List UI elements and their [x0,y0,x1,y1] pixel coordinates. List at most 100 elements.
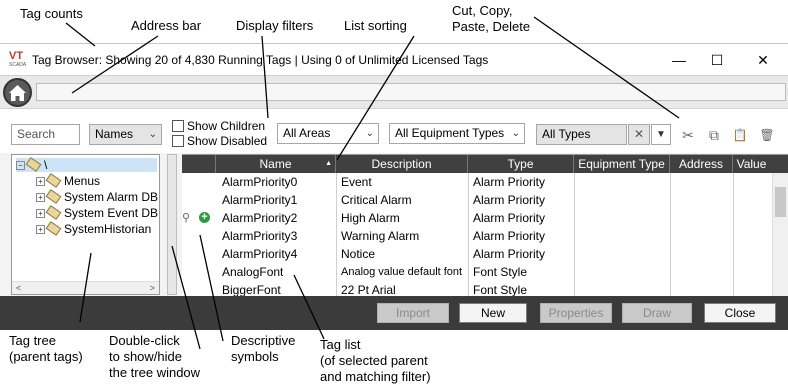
paste-button[interactable]: 📋 [731,125,749,145]
column-header-value-label: Value [736,157,767,171]
tag-icon [45,205,62,220]
minimize-button[interactable]: — [669,50,689,70]
sort-ascending-icon: ▲ [325,160,332,167]
new-button[interactable]: New [459,303,527,323]
home-button[interactable] [3,78,32,107]
tree-item-menus[interactable]: + Menus [36,173,100,188]
column-header-value[interactable]: Value [733,155,770,173]
column-header-type[interactable]: Type [468,155,574,173]
paste-icon: 📋 [732,128,748,142]
tree-item-label: System Alarm DB [64,190,159,204]
callout-tag-list: Tag list (of selected parent and matchin… [320,337,431,384]
table-row[interactable]: AlarmPriority4 Notice Alarm Priority [182,245,772,263]
table-row[interactable]: AlarmPriority1 Critical Alarm Alarm Prio… [182,191,772,209]
cell-description: Critical Alarm [341,193,412,207]
cell-name: AlarmPriority3 [222,229,298,243]
tree-horizontal-scrollbar[interactable]: < > [12,281,159,294]
table-row[interactable]: ⚲ + AlarmPriority2 High Alarm Alarm Prio… [182,209,772,227]
names-select[interactable]: Names ⌄ [89,124,162,145]
close-button[interactable]: Close [704,303,776,323]
app-logo: VT SCADA [9,51,27,69]
tag-icon [45,221,62,236]
table-row[interactable]: AlarmPriority0 Event Alarm Priority [182,173,772,191]
expand-icon[interactable]: + [36,225,45,234]
expand-icon[interactable]: + [36,193,45,202]
table-row[interactable]: AnalogFont Analog value default font Fon… [182,263,772,281]
cell-type: Alarm Priority [473,175,546,189]
tag-list-header: Name ▲ Description Type Equipment Type A… [182,155,788,173]
trash-icon: 🗑 [759,128,775,142]
column-header-name[interactable]: Name ▲ [216,155,336,173]
cut-button[interactable]: ✂ [679,125,697,145]
cell-name: AlarmPriority4 [222,247,298,261]
chevron-down-icon: ⌄ [511,128,520,139]
search-input[interactable]: Search [11,124,80,145]
content-panels: − \ + Menus + System Alarm DB + System Event… [0,153,788,296]
plus-symbol-icon: + [199,212,210,223]
cell-description: Analog value default font [341,266,463,278]
scrollbar-thumb[interactable] [775,187,786,217]
filter-button[interactable]: ▼ [651,124,671,145]
maximize-button[interactable]: ☐ [707,50,727,70]
cell-type: Font Style [473,265,528,279]
filter-toolbar: Search Names ⌄ Show Children Show Disabl… [0,108,788,153]
tag-icon [45,173,62,188]
cell-type: Alarm Priority [473,193,546,207]
tag-browser-window: VT SCADA Tag Browser: Showing 20 of 4,83… [0,43,788,330]
search-placeholder: Search [17,127,56,141]
callout-tag-tree: Tag tree (parent tags) [9,333,83,364]
tree-item-system-historian[interactable]: + SystemHistorian [36,221,152,236]
collapse-icon[interactable]: − [16,161,25,170]
cell-type: Alarm Priority [473,211,546,225]
draw-button[interactable]: Draw [622,303,692,323]
cell-description: Notice [341,247,376,261]
import-button[interactable]: Import [377,303,449,323]
equipment-types-select[interactable]: All Equipment Types ⌄ [389,123,525,144]
expand-icon[interactable]: + [36,209,45,218]
cell-name: AlarmPriority2 [222,211,298,225]
scissors-icon: ✂ [682,127,694,143]
cell-type: Alarm Priority [473,247,546,261]
copy-button[interactable]: ⧉ [705,125,723,145]
tree-root[interactable]: − \ [16,157,157,172]
scroll-right-icon[interactable]: > [150,282,155,294]
show-children-checkbox[interactable]: Show Children [172,119,265,133]
column-header-address[interactable]: Address [670,155,733,173]
tree-item-system-event-db[interactable]: + System Event DB [36,205,158,220]
callout-tag-counts: Tag counts [20,6,83,21]
cell-name: AlarmPriority0 [222,175,298,189]
tree-item-system-alarm-db[interactable]: + System Alarm DB [36,189,159,204]
column-header-description[interactable]: Description [336,155,468,173]
table-row[interactable]: BiggerFont 22 Pt Arial Font Style [182,281,772,296]
callout-address-bar: Address bar [131,18,202,33]
scroll-left-icon[interactable]: < [16,282,21,294]
cell-type: Alarm Priority [473,229,546,243]
show-children-box[interactable] [172,120,184,132]
tag-link-icon: ⚲ [182,212,191,224]
show-disabled-checkbox[interactable]: Show Disabled [172,134,267,148]
address-field[interactable] [36,83,786,101]
delete-button[interactable]: 🗑 [758,125,776,145]
column-header-symbols [182,155,216,173]
tag-tree[interactable]: − \ + Menus + System Alarm DB + System Event… [11,154,160,295]
tag-list-vertical-scrollbar[interactable] [772,173,788,296]
show-disabled-box[interactable] [172,135,184,147]
callout-double-click: Double-click to show/hide the tree windo… [109,333,201,380]
expand-icon[interactable]: + [36,177,45,186]
properties-button[interactable]: Properties [540,303,612,323]
column-header-address-label: Address [678,157,724,171]
column-header-type-label: Type [507,157,534,171]
tree-item-label: SystemHistorian [64,222,152,236]
areas-select[interactable]: All Areas ⌄ [277,123,379,144]
table-row[interactable]: AlarmPriority3 Warning Alarm Alarm Prior… [182,227,772,245]
close-window-button[interactable]: ✕ [753,50,773,70]
tag-list[interactable]: Name ▲ Description Type Equipment Type A… [182,154,788,296]
cell-description: High Alarm [341,211,400,225]
tree-splitter[interactable] [167,154,177,295]
clear-filter-button[interactable]: ✕ [628,124,650,145]
title-bar: VT SCADA Tag Browser: Showing 20 of 4,83… [0,43,788,75]
column-header-equipment-type-label: Equipment Type [578,157,665,171]
tree-root-label: \ [44,158,48,172]
types-select[interactable]: All Types [536,124,627,145]
column-header-equipment-type[interactable]: Equipment Type [574,155,670,173]
